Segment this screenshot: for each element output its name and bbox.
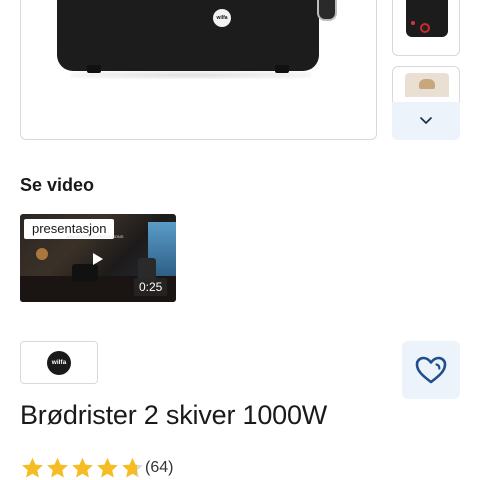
star-half-icon: [122, 457, 143, 478]
more-thumbnails-button[interactable]: [392, 102, 460, 140]
toaster-image: wilfa: [57, 0, 319, 73]
star-full-icon: [97, 457, 118, 478]
wilfa-logo: wilfa: [47, 350, 71, 375]
video-duration: 0:25: [134, 278, 168, 296]
main-product-image[interactable]: wilfa: [20, 0, 377, 140]
star-full-icon: [72, 457, 93, 478]
chevron-down-icon: [420, 117, 432, 124]
toaster-lever: [317, 0, 337, 21]
thumbnail-1[interactable]: [392, 0, 460, 56]
product-title: Brødrister 2 skiver 1000W: [20, 400, 328, 430]
video-section-title: Se video: [20, 175, 95, 195]
heart-icon: [415, 356, 447, 384]
play-button[interactable]: [84, 246, 112, 272]
toaster-logo: wilfa: [213, 9, 231, 27]
play-icon: [93, 253, 103, 265]
star-full-icon: [47, 457, 68, 478]
brand-logo-link[interactable]: wilfa: [20, 341, 98, 384]
star-full-icon: [22, 457, 43, 478]
product-rating[interactable]: (64): [20, 456, 173, 480]
review-count[interactable]: (64): [145, 459, 173, 477]
video-brand-text: wilfa BEYOND EXPECTATIONS: [66, 234, 124, 239]
favorite-button[interactable]: [402, 341, 460, 399]
